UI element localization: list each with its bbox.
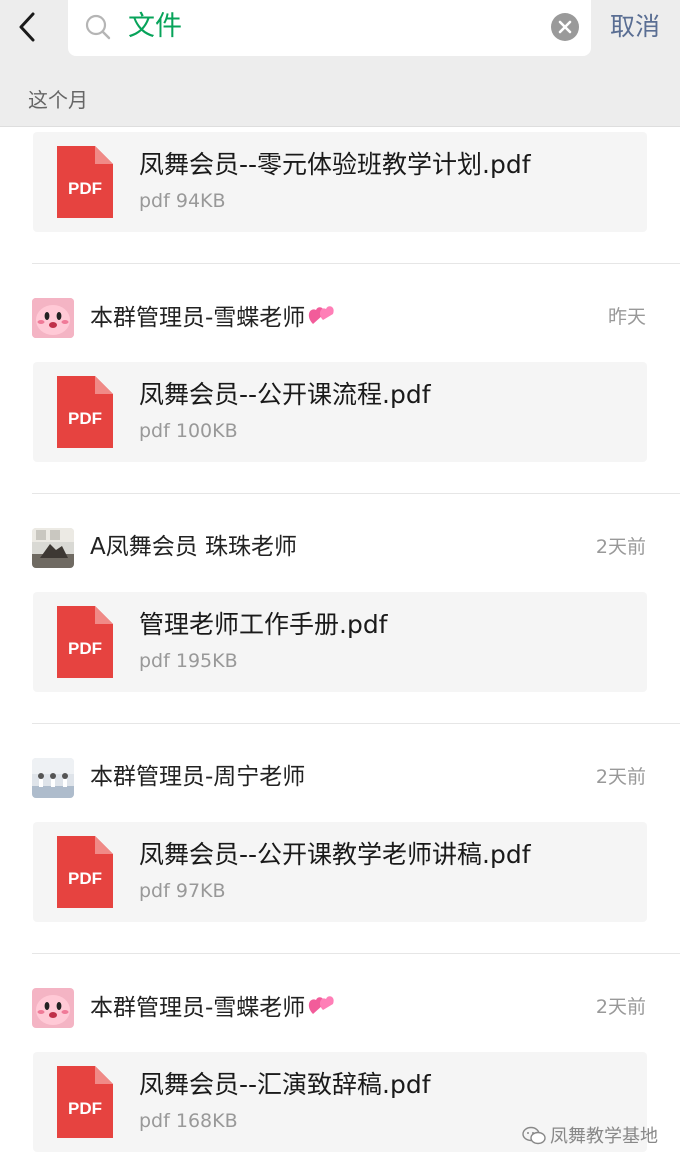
sender-row: 本群管理员-雪蝶老师 2天前 — [32, 986, 646, 1028]
avatar[interactable] — [32, 298, 74, 338]
file-meta: pdf 97KB — [139, 880, 226, 902]
sender-row: A凤舞会员 珠珠老师 2天前 — [32, 526, 646, 568]
file-name: 管理老师工作手册.pdf — [139, 610, 388, 639]
pdf-file-icon: PDF — [57, 836, 113, 908]
kirby-avatar-icon — [32, 988, 74, 1028]
divider — [32, 263, 680, 264]
divider — [32, 493, 680, 494]
heart-emoji-icon — [309, 996, 334, 1014]
pdf-badge-text: PDF — [68, 1099, 102, 1118]
sender-name: 本群管理员-雪蝶老师 — [90, 995, 306, 1021]
file-card[interactable]: PDF 管理老师工作手册.pdf pdf 195KB — [33, 592, 647, 692]
pdf-file-icon: PDF — [57, 146, 113, 218]
sender-name: 本群管理员-雪蝶老师 — [90, 305, 306, 331]
pdf-file-icon: PDF — [57, 606, 113, 678]
kirby-avatar-icon — [32, 298, 74, 338]
clear-button[interactable] — [551, 13, 579, 41]
date-label: 2天前 — [595, 996, 646, 1018]
photo-avatar-icon — [32, 758, 74, 798]
file-name: 凤舞会员--汇演致辞稿.pdf — [139, 1070, 431, 1099]
date-label: 昨天 — [607, 306, 646, 328]
pdf-badge-text: PDF — [68, 179, 102, 198]
clear-icon — [558, 20, 572, 34]
photo-avatar-icon — [32, 528, 74, 568]
wechat-icon — [522, 1126, 546, 1145]
file-name: 凤舞会员--零元体验班教学计划.pdf — [139, 150, 531, 179]
file-meta: pdf 94KB — [139, 190, 226, 212]
search-header: 文件 取消 这个月 — [0, 0, 680, 127]
search-field[interactable]: 文件 — [68, 0, 591, 56]
avatar[interactable] — [32, 988, 74, 1028]
avatar[interactable] — [32, 528, 74, 568]
file-name: 凤舞会员--公开课教学老师讲稿.pdf — [139, 840, 531, 869]
section-title: 这个月 — [28, 88, 88, 112]
pdf-badge-text: PDF — [68, 869, 102, 888]
avatar[interactable] — [32, 758, 74, 798]
file-meta: pdf 168KB — [139, 1110, 238, 1132]
watermark: 凤舞教学基地 — [522, 1124, 658, 1150]
file-card[interactable]: PDF 凤舞会员--公开课流程.pdf pdf 100KB — [33, 362, 647, 462]
heart-emoji-icon — [309, 306, 334, 324]
sender-row: 本群管理员-周宁老师 2天前 — [32, 756, 646, 798]
divider — [32, 953, 680, 954]
chevron-left-icon — [19, 12, 35, 42]
divider — [32, 723, 680, 724]
file-card[interactable]: PDF 凤舞会员--公开课教学老师讲稿.pdf pdf 97KB — [33, 822, 647, 922]
watermark-text: 凤舞教学基地 — [550, 1126, 658, 1147]
sender-row: 本群管理员-雪蝶老师 昨天 — [32, 296, 646, 338]
file-meta: pdf 100KB — [139, 420, 238, 442]
pdf-file-icon: PDF — [57, 376, 113, 448]
pdf-file-icon: PDF — [57, 1066, 113, 1138]
search-icon — [85, 14, 111, 40]
cancel-button[interactable]: 取消 — [610, 10, 660, 44]
date-label: 2天前 — [595, 536, 646, 558]
sender-name: 本群管理员-周宁老师 — [90, 764, 306, 790]
file-name: 凤舞会员--公开课流程.pdf — [139, 380, 431, 409]
sender-name: A凤舞会员 珠珠老师 — [90, 534, 298, 560]
search-input[interactable]: 文件 — [128, 10, 182, 44]
back-button[interactable] — [14, 10, 44, 44]
date-label: 2天前 — [595, 766, 646, 788]
file-card[interactable]: PDF 凤舞会员--零元体验班教学计划.pdf pdf 94KB — [33, 132, 647, 232]
pdf-badge-text: PDF — [68, 639, 102, 658]
pdf-badge-text: PDF — [68, 409, 102, 428]
file-meta: pdf 195KB — [139, 650, 238, 672]
